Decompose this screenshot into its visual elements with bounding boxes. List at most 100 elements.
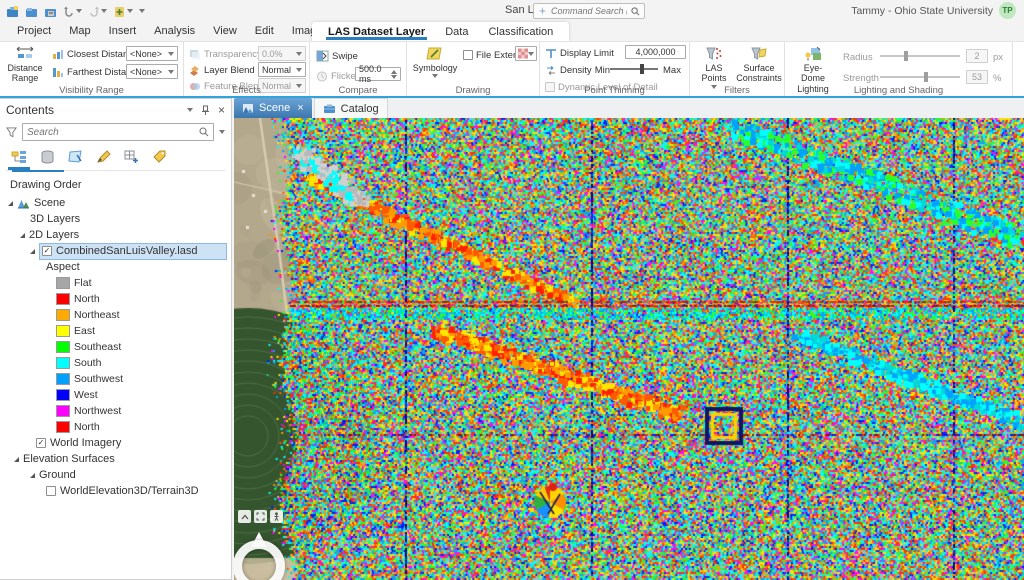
pane-pin-button[interactable] [201,105,210,116]
terrain-checkbox[interactable] [46,486,56,496]
density-slider-thumb[interactable] [640,64,644,74]
legend-swatch[interactable] [56,341,70,353]
display-limit-value: 4,000,000 [635,47,675,57]
file-extent-color-dropdown[interactable] [515,46,537,61]
tree-item-elevation-surfaces[interactable]: Elevation Surfaces [0,451,231,467]
ribbon-tab-project[interactable]: Project [8,23,60,41]
tab-list-by-editing[interactable] [90,147,116,167]
farthest-distance-dropdown[interactable]: <None> [126,64,178,79]
las-dataset-checkbox[interactable]: ✓ [42,246,52,256]
tab-list-by-snapping[interactable] [118,147,144,167]
distance-range-button[interactable]: Distance Range [5,44,45,86]
display-limit-input[interactable]: 4,000,000 [625,45,686,59]
search-options-chevron-icon[interactable] [219,130,225,134]
spin-up-icon [391,70,397,74]
group-compare: Swipe Flicker 500.0 ms Compare [310,42,407,97]
legend-swatch[interactable] [56,373,70,385]
contextual-tab-las-dataset-layer[interactable]: LAS Dataset Layer [318,22,435,41]
add-data-button[interactable] [113,5,133,18]
las-points-button[interactable]: LAS Points [694,44,734,91]
full-extent-button[interactable] [254,510,267,523]
command-search[interactable] [533,3,645,19]
2d-layers-expander-icon[interactable] [20,233,25,238]
las-dataset-selected-row[interactable]: ✓ CombinedSanLuisValley.lasd [39,243,227,260]
legend-item: North [0,419,231,435]
swipe-button[interactable]: Swipe [316,49,358,63]
tab-scene-view[interactable]: Scene × [234,98,312,118]
compass-ring[interactable] [234,540,285,580]
las-dataset-expander-icon[interactable] [30,249,35,254]
account-menu[interactable]: Tammy - Ohio State University TP [851,2,1016,19]
redo-button[interactable] [88,5,107,17]
tree-item-terrain[interactable]: WorldElevation3D/Terrain3D [0,483,231,499]
closest-distance-dropdown[interactable]: <None> [126,46,178,61]
tree-item-scene[interactable]: Scene [0,195,231,211]
file-extent-row: File Extent [463,48,521,62]
group-visibility-range: Distance Range Closest Distance <None> F… [0,42,184,97]
radius-slider [880,51,960,61]
navigator-compass[interactable] [234,532,288,580]
contents-search-box[interactable] [22,123,214,141]
save-project-button[interactable] [44,5,57,18]
legend-swatch[interactable] [56,277,70,289]
customize-qat-button[interactable] [139,9,145,13]
open-project-button[interactable] [25,5,38,18]
map-canvas[interactable] [234,118,1024,580]
tree-item-ground[interactable]: Ground [0,467,231,483]
tree-item-las-dataset[interactable]: ✓ CombinedSanLuisValley.lasd [0,243,231,259]
flicker-row: Flicker [316,69,359,83]
layer-blend-dropdown[interactable]: Normal [258,62,306,77]
contextual-tab-data[interactable]: Data [435,22,478,41]
tab-catalog-view[interactable]: Catalog [314,98,388,118]
legend-swatch[interactable] [56,405,70,417]
ribbon-tab-insert[interactable]: Insert [100,23,146,41]
ribbon-tab-edit[interactable]: Edit [246,23,283,41]
density-slider[interactable] [610,64,658,74]
contents-search-input[interactable] [27,127,195,138]
symbology-button[interactable]: Symbology [413,44,457,80]
scene-view[interactable] [234,118,1024,580]
ribbon-tab-map[interactable]: Map [60,23,99,41]
ground-expander-icon[interactable] [30,473,35,478]
density-row: Density Min [545,63,610,77]
elevation-expander-icon[interactable] [14,457,19,462]
pane-menu-button[interactable] [187,108,193,112]
filter-icon[interactable] [6,127,17,138]
legend-label: West [74,389,98,401]
legend-swatch[interactable] [56,389,70,401]
title-bar: San Luis Valley Scene Tammy - Ohio State… [0,0,1024,22]
ribbon-tab-view[interactable]: View [204,23,246,41]
tree-item-3d-layers[interactable]: 3D Layers [0,211,231,227]
scene-tab-close-icon[interactable]: × [297,102,303,114]
legend-swatch[interactable] [56,325,70,337]
pane-close-button[interactable]: × [218,103,225,117]
contextual-tab-classification[interactable]: Classification [478,22,563,41]
tab-list-by-drawing-order[interactable] [6,147,32,167]
legend-swatch[interactable] [56,357,70,369]
tab-list-by-data-source[interactable] [34,147,60,167]
new-project-button[interactable] [6,5,19,18]
file-extent-checkbox[interactable] [463,50,473,60]
avatar[interactable]: TP [999,2,1016,19]
display-limit-label: Display Limit [560,48,614,59]
legend-swatch[interactable] [56,309,70,321]
surface-constraints-button[interactable]: Surface Constraints [736,44,782,86]
tree-item-2d-layers[interactable]: 2D Layers [0,227,231,243]
navigator-mode-button[interactable] [270,510,283,523]
tab-list-by-labeling[interactable] [146,147,172,167]
flicker-spinner[interactable] [391,70,397,79]
undo-button[interactable] [63,5,82,17]
legend-swatch[interactable] [56,421,70,433]
strength-label: Strength [843,73,879,84]
scene-expander-icon[interactable] [8,201,13,206]
tab-list-by-selection[interactable] [62,147,88,167]
flicker-interval-input[interactable]: 500.0 ms [355,67,401,81]
legend-swatch[interactable] [56,293,70,305]
ribbon: Distance Range Closest Distance <None> F… [0,41,1024,96]
full-extent-icon [256,512,265,521]
command-search-input[interactable] [551,6,627,16]
world-imagery-checkbox[interactable]: ✓ [36,438,46,448]
ribbon-tab-analysis[interactable]: Analysis [145,23,204,41]
tree-item-world-imagery[interactable]: ✓ World Imagery [0,435,231,451]
heading-reset-button[interactable] [238,510,251,523]
